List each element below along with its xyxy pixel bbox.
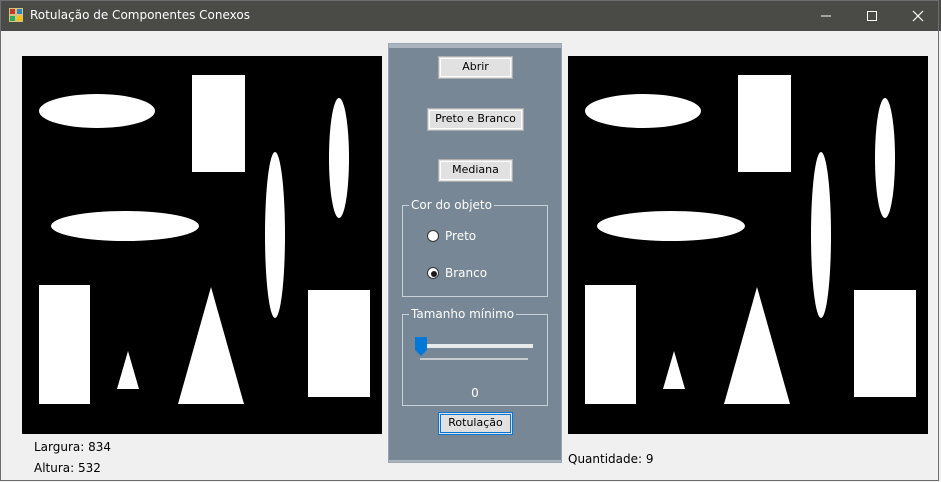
shape-ellipse-vertical-center [265,152,285,318]
shape-rect-bottom-right [854,290,916,397]
median-button[interactable]: Mediana [438,159,513,182]
min-size-slider-track[interactable] [420,344,533,348]
shape-ellipse-vertical-right [875,98,895,218]
panel-bottom-border [389,460,561,462]
shape-ellipse-vertical-right [329,98,349,218]
shape-triangle-large [724,287,790,404]
app-icon [9,8,23,22]
min-size-legend: Tamanho mínimo [409,307,517,321]
maximize-icon [867,11,877,21]
labeled-image [568,56,928,434]
control-panel: Abrir Preto e Branco Mediana Cor do obje… [388,43,562,463]
radio-branco-circle [427,267,439,279]
median-button-label: Mediana [452,163,499,176]
shape-ellipse-middle-left [597,211,745,241]
radio-preto-label: Preto [445,229,477,243]
shape-ellipse-top-left [39,94,155,128]
minimize-button[interactable] [803,0,849,31]
min-size-slider-thumb[interactable] [415,337,427,356]
label-components-button-label: Rotulação [448,416,503,429]
shape-rect-top [192,75,245,172]
black-white-button[interactable]: Preto e Branco [427,108,524,131]
shape-rect-top [738,75,791,172]
component-count-label: Quantidade: 9 [568,452,654,466]
object-color-group: Cor do objeto Preto Branco [402,198,548,297]
title-bar: Rotulação de Componentes Conexos [0,0,941,31]
radio-branco-label: Branco [445,266,488,280]
close-icon [912,10,924,22]
window-title: Rotulação de Componentes Conexos [30,8,251,22]
image-width-label: Largura: 834 [34,440,112,454]
minimize-icon [821,15,831,17]
open-button-label: Abrir [462,60,489,73]
shape-rect-bottom-left [585,285,636,404]
shape-rect-bottom-right [308,290,370,397]
open-button[interactable]: Abrir [438,56,513,79]
min-size-group: Tamanho mínimo 0 [402,307,548,406]
shape-ellipse-top-left [585,94,701,128]
black-white-button-label: Preto e Branco [435,112,516,125]
radio-branco-dot [431,271,437,277]
maximize-button[interactable] [849,0,895,31]
min-size-slider-ticks [420,358,528,360]
original-image [22,56,382,434]
shape-rect-bottom-left [39,285,90,404]
shape-triangle-small [117,351,139,389]
radio-preto-circle [427,230,439,242]
label-components-button[interactable]: Rotulação [438,412,513,435]
close-button[interactable] [895,0,941,31]
shape-triangle-large [178,287,244,404]
object-color-legend: Cor do objeto [409,198,494,212]
shape-triangle-small [663,351,685,389]
shape-ellipse-middle-left [51,211,199,241]
shape-ellipse-vertical-center [811,152,831,318]
panel-top-border [389,44,561,48]
min-size-value: 0 [471,386,479,400]
image-height-label: Altura: 532 [34,461,101,475]
